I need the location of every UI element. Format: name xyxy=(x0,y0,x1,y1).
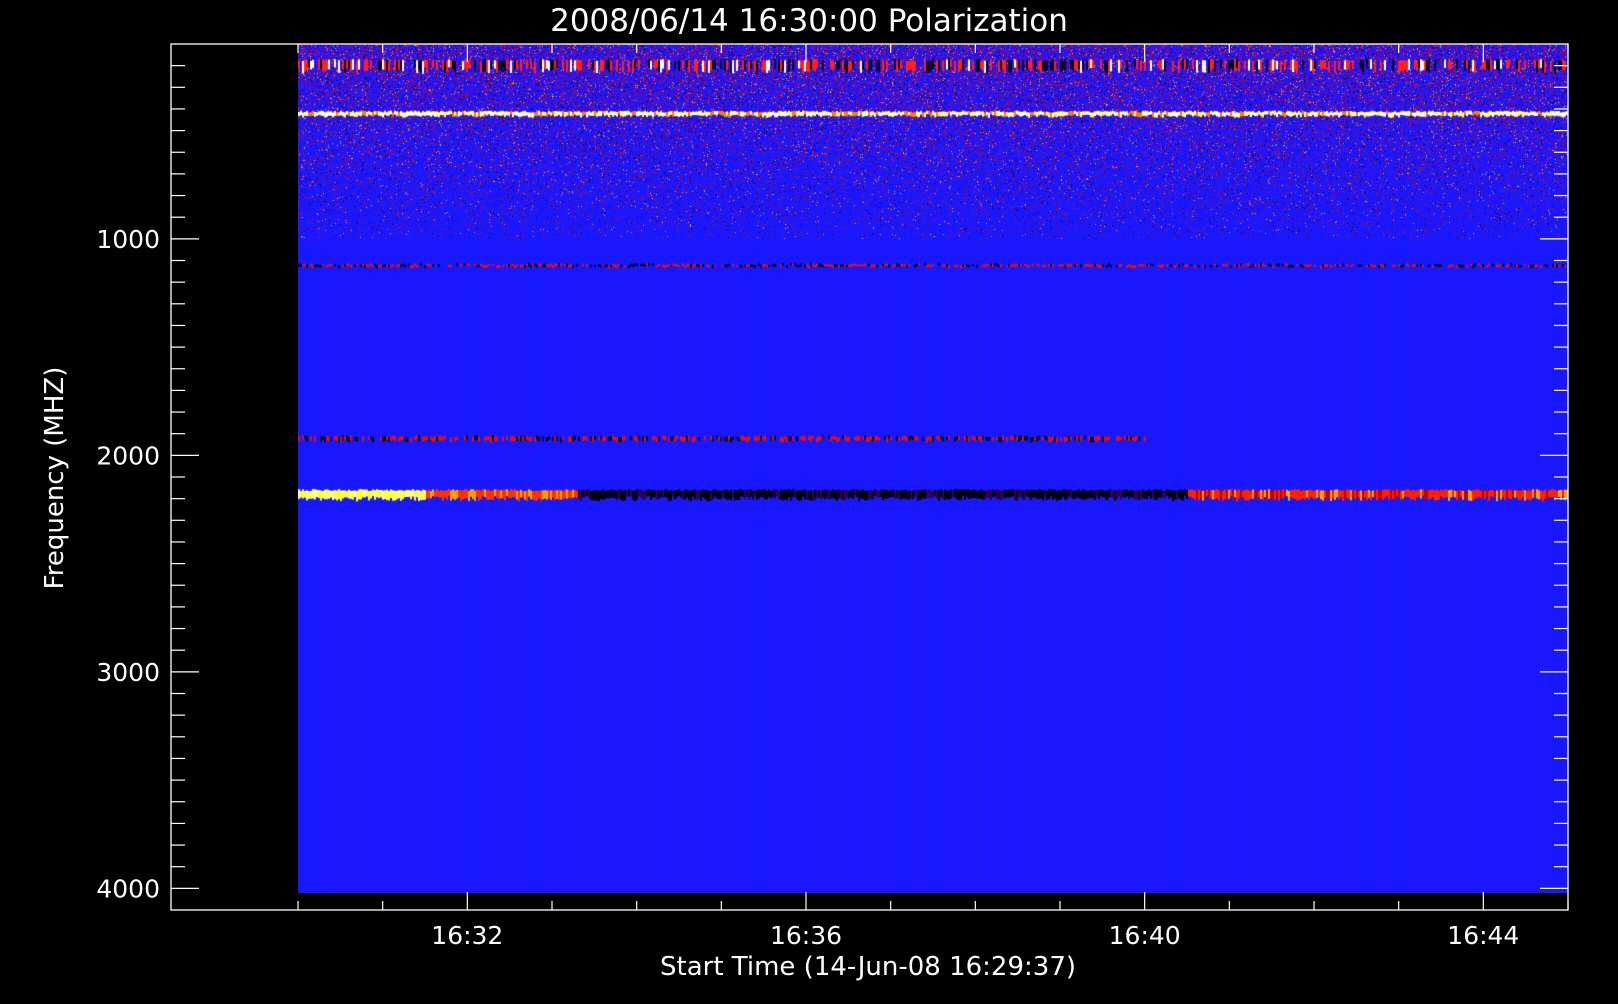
y-tick-label: 4000 xyxy=(96,874,160,903)
x-tick-label: 16:40 xyxy=(1109,921,1181,950)
spectrogram-image xyxy=(298,44,1568,893)
chart-title: 2008/06/14 16:30:00 Polarization xyxy=(550,3,1068,39)
spectrogram-raster xyxy=(298,44,1568,893)
spectrogram-chart: 16:32 16:36 16:40 16:44 1000 2000 3000 4000 200… xyxy=(0,0,1618,1000)
x-tick-label: 16:44 xyxy=(1447,921,1519,950)
y-axis-label: Frequency (MHZ) xyxy=(40,367,70,590)
x-tick-label: 16:32 xyxy=(431,921,503,950)
chart-svg: 16:32 16:36 16:40 16:44 1000 2000 3000 4000 200… xyxy=(0,0,1618,1000)
x-tick-label: 16:36 xyxy=(770,921,842,950)
x-axis-label: Start Time (14-Jun-08 16:29:37) xyxy=(660,952,1076,982)
y-tick-label: 3000 xyxy=(96,658,160,687)
y-tick-label: 1000 xyxy=(96,225,160,254)
y-tick-label: 2000 xyxy=(96,441,160,470)
